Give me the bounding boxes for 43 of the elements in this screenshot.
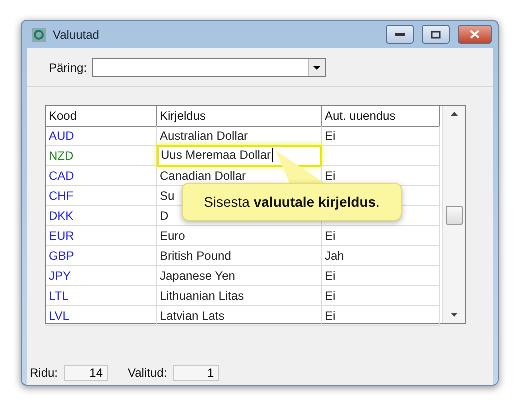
code-cell: EUR bbox=[46, 226, 157, 246]
code-cell: CHF bbox=[46, 186, 157, 206]
code-cell: LTL bbox=[46, 286, 157, 306]
rows-count: 14 bbox=[64, 365, 108, 381]
selected-count: 1 bbox=[173, 365, 220, 381]
minimize-icon bbox=[395, 32, 405, 36]
column-header[interactable]: Kood bbox=[46, 106, 157, 127]
table-cell: Ei bbox=[322, 126, 440, 146]
close-button[interactable] bbox=[458, 25, 492, 44]
table-cell: Ei bbox=[322, 306, 440, 326]
table-cell: Lithuanian Litas bbox=[157, 286, 322, 306]
table-cell: British Pound bbox=[157, 246, 322, 266]
table-cell: Japanese Yen bbox=[157, 266, 322, 286]
window-title: Valuutad bbox=[53, 28, 100, 42]
scrollbar[interactable] bbox=[442, 106, 465, 323]
scroll-down-icon bbox=[450, 313, 458, 317]
code-cell: CAD bbox=[46, 166, 157, 186]
table-cell: Ei bbox=[322, 286, 440, 306]
dropdown-arrow-icon bbox=[313, 66, 322, 70]
code-cell: AUD bbox=[46, 126, 157, 146]
maximize-button[interactable] bbox=[422, 25, 450, 44]
code-cell: DKK bbox=[46, 206, 157, 226]
code-cell: GBP bbox=[46, 246, 157, 266]
scroll-up-icon bbox=[450, 112, 458, 116]
table-cell: Ei bbox=[322, 226, 440, 246]
scroll-thumb[interactable] bbox=[446, 206, 462, 225]
rows-label: Ridu: bbox=[30, 366, 58, 380]
minimize-button[interactable] bbox=[386, 25, 414, 44]
code-cell: JPY bbox=[46, 266, 157, 286]
app-icon bbox=[31, 26, 47, 42]
table-cell: Euro bbox=[157, 226, 322, 246]
description-input[interactable]: Uus Meremaa Dollar bbox=[157, 145, 322, 167]
column-header[interactable]: Kirjeldus bbox=[157, 106, 322, 127]
table-cell: Latvian Lats bbox=[157, 306, 322, 326]
column-header[interactable]: Aut. uuendus bbox=[322, 106, 440, 127]
query-dropdown[interactable] bbox=[92, 58, 326, 77]
table-cell: Jah bbox=[322, 246, 440, 266]
table-cell: Ei bbox=[322, 266, 440, 286]
close-icon bbox=[470, 30, 480, 39]
selected-label: Valitud: bbox=[128, 366, 168, 380]
code-cell: LVL bbox=[46, 306, 157, 326]
maximize-icon bbox=[431, 30, 441, 38]
query-label: Päring: bbox=[49, 60, 88, 74]
